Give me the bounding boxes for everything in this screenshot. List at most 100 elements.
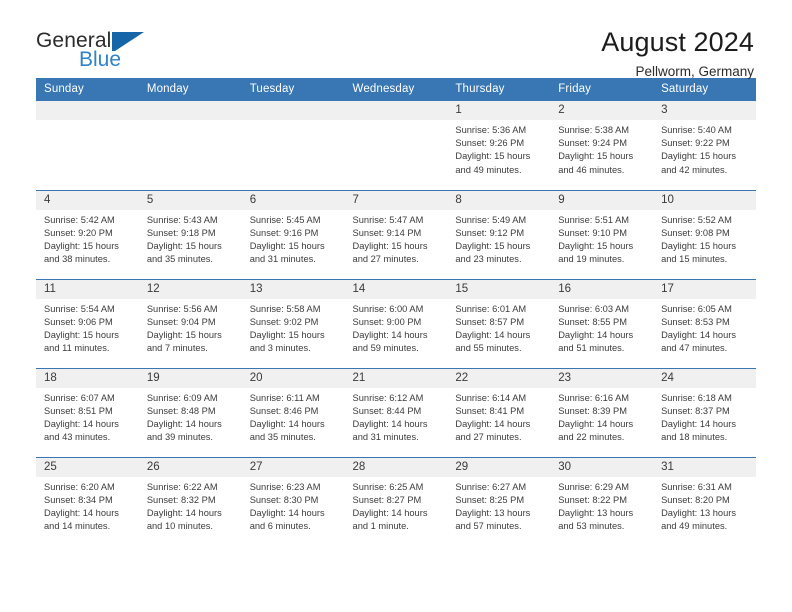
- info-sunset: Sunset: 8:44 PM: [352, 405, 422, 416]
- day-number: 5: [138, 190, 242, 210]
- calendar-day-cell[interactable]: 18 Sunrise: 6:07 AM Sunset: 8:51 PM Dayligh…: [36, 367, 139, 457]
- calendar-day-cell[interactable]: 19 Sunrise: 6:09 AM Sunset: 8:48 PM Dayligh…: [138, 367, 242, 457]
- info-daylight-line1: Daylight: 14 hours: [455, 329, 531, 340]
- day-sun-info: Sunrise: 5:58 AM Sunset: 9:02 PM Daylight:…: [242, 299, 345, 356]
- info-daylight-line1: Daylight: 15 hours: [455, 151, 531, 162]
- day-sun-info: Sunrise: 6:23 AM Sunset: 8:30 PM Daylight:…: [242, 477, 345, 534]
- calendar-day-cell[interactable]: 8 Sunrise: 5:49 AM Sunset: 9:12 PM Daylight…: [447, 189, 551, 279]
- calendar-day-cell[interactable]: 5 Sunrise: 5:43 AM Sunset: 9:18 PM Daylight…: [138, 189, 242, 279]
- info-daylight-line1: Daylight: 14 hours: [558, 329, 634, 340]
- day-number: [241, 101, 345, 120]
- day-number: 10: [653, 190, 756, 210]
- calendar-body: 1 Sunrise: 5:36 AM Sunset: 9:26 PM Daylight…: [36, 101, 756, 546]
- info-daylight-line2: and 27 minutes.: [455, 432, 522, 443]
- calendar-day-cell[interactable]: 22 Sunrise: 6:14 AM Sunset: 8:41 PM Dayligh…: [447, 367, 551, 457]
- info-sunset: Sunset: 9:22 PM: [661, 138, 730, 149]
- info-daylight-line1: Daylight: 14 hours: [352, 507, 428, 518]
- info-daylight-line1: Daylight: 13 hours: [558, 507, 634, 518]
- day-sun-info: Sunrise: 6:07 AM Sunset: 8:51 PM Daylight:…: [36, 388, 139, 445]
- day-sun-info: Sunrise: 6:16 AM Sunset: 8:39 PM Daylight:…: [550, 388, 653, 445]
- info-sunset: Sunset: 9:10 PM: [558, 227, 627, 238]
- calendar-day-cell[interactable]: 27 Sunrise: 6:23 AM Sunset: 8:30 PM Dayligh…: [241, 456, 345, 546]
- info-sunrise: Sunrise: 5:49 AM: [455, 214, 527, 225]
- info-sunset: Sunset: 9:06 PM: [44, 316, 113, 327]
- day-sun-info: Sunrise: 5:51 AM Sunset: 9:10 PM Daylight:…: [550, 210, 653, 267]
- info-sunrise: Sunrise: 5:56 AM: [146, 303, 218, 314]
- calendar-day-cell[interactable]: 10 Sunrise: 5:52 AM Sunset: 9:08 PM Dayligh…: [653, 189, 756, 279]
- calendar-day-cell[interactable]: 13 Sunrise: 5:58 AM Sunset: 9:02 PM Dayligh…: [241, 278, 345, 368]
- calendar-day-cell[interactable]: 6 Sunrise: 5:45 AM Sunset: 9:16 PM Daylight…: [241, 189, 345, 279]
- calendar-day-cell[interactable]: 1 Sunrise: 5:36 AM Sunset: 9:26 PM Daylight…: [447, 101, 551, 190]
- info-daylight-line2: and 53 minutes.: [558, 521, 625, 532]
- weekday-header-wednesday: Wednesday: [344, 78, 448, 101]
- calendar-day-cell[interactable]: 21 Sunrise: 6:12 AM Sunset: 8:44 PM Dayligh…: [344, 367, 448, 457]
- info-sunset: Sunset: 8:39 PM: [558, 405, 627, 416]
- calendar-day-cell[interactable]: 4 Sunrise: 5:42 AM Sunset: 9:20 PM Daylight…: [36, 189, 139, 279]
- info-sunset: Sunset: 8:25 PM: [455, 494, 525, 505]
- day-number: 15: [447, 279, 551, 299]
- info-daylight-line1: Daylight: 15 hours: [44, 329, 119, 340]
- page-title: August 2024: [601, 27, 754, 57]
- calendar-day-cell[interactable]: 23 Sunrise: 6:16 AM Sunset: 8:39 PM Dayligh…: [550, 367, 654, 457]
- info-daylight-line2: and 43 minutes.: [44, 432, 111, 443]
- weekday-header-sunday: Sunday: [36, 78, 139, 101]
- info-daylight-line1: Daylight: 15 hours: [249, 240, 325, 251]
- day-number: 26: [138, 457, 242, 477]
- info-daylight-line2: and 3 minutes.: [249, 343, 311, 354]
- day-number: 7: [344, 190, 448, 210]
- info-sunrise: Sunrise: 6:12 AM: [352, 392, 424, 403]
- info-sunrise: Sunrise: 5:47 AM: [352, 214, 424, 225]
- calendar-day-cell[interactable]: 15 Sunrise: 6:01 AM Sunset: 8:57 PM Dayligh…: [447, 278, 551, 368]
- info-daylight-line1: Daylight: 13 hours: [455, 507, 531, 518]
- calendar-day-cell[interactable]: 12 Sunrise: 5:56 AM Sunset: 9:04 PM Dayligh…: [138, 278, 242, 368]
- info-daylight-line1: Daylight: 14 hours: [146, 418, 222, 429]
- info-sunset: Sunset: 8:34 PM: [44, 494, 113, 505]
- calendar-day-cell[interactable]: 2 Sunrise: 5:38 AM Sunset: 9:24 PM Daylight…: [550, 101, 654, 190]
- calendar-week-row: 18 Sunrise: 6:07 AM Sunset: 8:51 PM Dayligh…: [36, 367, 756, 457]
- info-sunrise: Sunrise: 5:43 AM: [146, 214, 218, 225]
- info-sunset: Sunset: 9:02 PM: [249, 316, 319, 327]
- calendar-day-cell[interactable]: 28 Sunrise: 6:25 AM Sunset: 8:27 PM Dayligh…: [344, 456, 448, 546]
- day-number: 8: [447, 190, 551, 210]
- calendar-day-cell[interactable]: 3 Sunrise: 5:40 AM Sunset: 9:22 PM Daylight…: [653, 101, 756, 190]
- info-sunrise: Sunrise: 5:38 AM: [558, 125, 630, 135]
- info-daylight-line2: and 57 minutes.: [455, 521, 522, 532]
- calendar-day-cell[interactable]: 11 Sunrise: 5:54 AM Sunset: 9:06 PM Dayligh…: [36, 278, 139, 368]
- day-sun-info: Sunrise: 6:31 AM Sunset: 8:20 PM Daylight:…: [653, 477, 756, 534]
- info-daylight-line2: and 15 minutes.: [661, 254, 728, 265]
- day-number: 17: [653, 279, 756, 299]
- calendar-day-cell[interactable]: 29 Sunrise: 6:27 AM Sunset: 8:25 PM Dayligh…: [447, 456, 551, 546]
- calendar-day-cell[interactable]: 26 Sunrise: 6:22 AM Sunset: 8:32 PM Dayligh…: [138, 456, 242, 546]
- day-number: [36, 101, 139, 120]
- calendar-day-cell[interactable]: 24 Sunrise: 6:18 AM Sunset: 8:37 PM Dayligh…: [653, 367, 756, 457]
- calendar-day-cell[interactable]: 9 Sunrise: 5:51 AM Sunset: 9:10 PM Daylight…: [550, 189, 654, 279]
- calendar-day-cell[interactable]: 31 Sunrise: 6:31 AM Sunset: 8:20 PM Dayligh…: [653, 456, 756, 546]
- calendar-day-cell[interactable]: 16 Sunrise: 6:03 AM Sunset: 8:55 PM Dayligh…: [550, 278, 654, 368]
- calendar-day-cell[interactable]: 14 Sunrise: 6:00 AM Sunset: 9:00 PM Dayligh…: [344, 278, 448, 368]
- info-sunset: Sunset: 8:27 PM: [352, 494, 422, 505]
- calendar-day-cell[interactable]: 17 Sunrise: 6:05 AM Sunset: 8:53 PM Dayligh…: [653, 278, 756, 368]
- calendar-day-cell[interactable]: 25 Sunrise: 6:20 AM Sunset: 8:34 PM Dayligh…: [36, 456, 139, 546]
- day-sun-info: Sunrise: 5:43 AM Sunset: 9:18 PM Daylight:…: [139, 210, 242, 267]
- calendar-day-cell[interactable]: 7 Sunrise: 5:47 AM Sunset: 9:14 PM Daylight…: [344, 189, 448, 279]
- calendar-day-cell[interactable]: 30 Sunrise: 6:29 AM Sunset: 8:22 PM Dayligh…: [550, 456, 654, 546]
- page-subtitle: Pellworm, Germany: [635, 64, 754, 79]
- info-daylight-line1: Daylight: 14 hours: [44, 418, 119, 429]
- calendar-day-cell[interactable]: 20 Sunrise: 6:11 AM Sunset: 8:46 PM Dayligh…: [241, 367, 345, 457]
- info-daylight-line1: Daylight: 14 hours: [558, 418, 634, 429]
- day-number: 21: [344, 368, 448, 388]
- day-number: 3: [653, 101, 756, 120]
- day-number: 30: [550, 457, 654, 477]
- day-number: 22: [447, 368, 551, 388]
- info-sunset: Sunset: 9:04 PM: [146, 316, 216, 327]
- info-sunset: Sunset: 8:55 PM: [558, 316, 627, 327]
- info-daylight-line1: Daylight: 15 hours: [661, 240, 736, 251]
- info-sunrise: Sunrise: 6:01 AM: [455, 303, 527, 314]
- day-sun-info: Sunrise: 6:29 AM Sunset: 8:22 PM Daylight:…: [550, 477, 653, 534]
- day-number: 18: [36, 368, 139, 388]
- weekday-header-tuesday: Tuesday: [241, 78, 345, 101]
- info-sunrise: Sunrise: 6:18 AM: [661, 392, 732, 403]
- day-number: 11: [36, 279, 139, 299]
- general-blue-logo[interactable]: General Blue: [36, 26, 145, 71]
- info-daylight-line1: Daylight: 14 hours: [146, 507, 222, 518]
